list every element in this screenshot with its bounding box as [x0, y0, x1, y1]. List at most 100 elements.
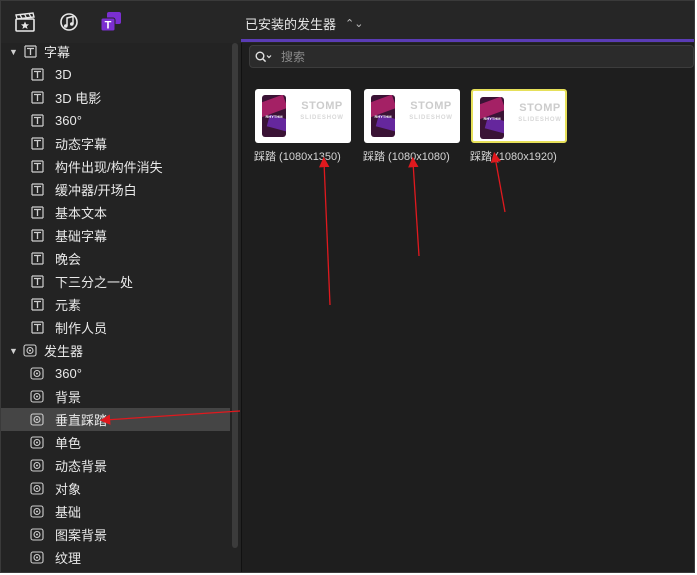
- sidebar-item[interactable]: 360°: [1, 109, 230, 132]
- search-icon[interactable]: [255, 51, 273, 63]
- sidebar-scrollbar[interactable]: [232, 43, 238, 548]
- phone-preview-text: RHYTHM: [483, 116, 501, 121]
- titles-icon: [29, 159, 45, 175]
- sidebar-item-label: 纹理: [55, 551, 82, 566]
- svg-text:T: T: [105, 20, 112, 32]
- thumbnail-title: STOMP: [301, 100, 343, 112]
- sidebar-category-label: 发生器: [44, 344, 84, 359]
- sidebar-item[interactable]: 单色: [1, 431, 230, 454]
- sidebar-item-label: 构件出现/构件消失: [55, 160, 163, 175]
- phone-preview-text: RHYTHM: [265, 114, 283, 119]
- generator-thumbnail[interactable]: RHYTHM STOMP SLIDESHOW: [255, 89, 351, 143]
- sidebar-item-label: 元素: [55, 298, 82, 313]
- generator-icon: [29, 458, 45, 474]
- sidebar-item[interactable]: 构件出现/构件消失: [1, 155, 230, 178]
- browser-toolbar: T 已安装的发生器 ⌃⌄: [1, 1, 694, 44]
- titles-icon: [29, 113, 45, 129]
- thumbnail-subtitle: SLIDESHOW: [300, 115, 344, 121]
- phone-preview: RHYTHM: [371, 95, 395, 137]
- titles-icon: [29, 228, 45, 244]
- phone-preview: RHYTHM: [262, 95, 286, 137]
- sidebar-item-label: 单色: [55, 436, 82, 451]
- generator-icon: [29, 435, 45, 451]
- sidebar-item-label: 基本文本: [55, 206, 108, 221]
- sidebar-category-1[interactable]: ▼ 发生器: [1, 339, 230, 362]
- sidebar-item[interactable]: 基础字幕: [1, 224, 230, 247]
- thumbnail-subtitle: SLIDESHOW: [409, 115, 453, 121]
- generator-icon: [29, 412, 45, 428]
- sidebar-item-label: 制作人员: [55, 321, 108, 336]
- generator-icon: [29, 481, 45, 497]
- titles-icon: [22, 44, 38, 60]
- generator-icon: [29, 527, 45, 543]
- titles-icon: [29, 251, 45, 267]
- thumbnail-caption: 踩踏 (1080x1350): [254, 151, 341, 163]
- generator-icon: [29, 366, 45, 382]
- sidebar-item[interactable]: 对象: [1, 477, 230, 500]
- titles-icon: [29, 205, 45, 221]
- sidebar-item[interactable]: 垂直踩踏: [1, 408, 230, 431]
- sidebar-item[interactable]: 缓冲器/开场白: [1, 178, 230, 201]
- sidebar-item-label: 动态背景: [55, 459, 108, 474]
- sidebar-category-label: 字幕: [44, 45, 71, 60]
- sidebar-item[interactable]: 制作人员: [1, 316, 230, 339]
- sidebar-item[interactable]: 图案背景: [1, 523, 230, 546]
- sidebar-item-label: 基础字幕: [55, 229, 108, 244]
- sidebar-item-label: 3D 电影: [55, 91, 102, 106]
- sidebar-item[interactable]: 动态背景: [1, 454, 230, 477]
- sidebar-item[interactable]: 基本文本: [1, 201, 230, 224]
- sidebar-item[interactable]: 3D: [1, 63, 230, 86]
- browser-title-popup[interactable]: 已安装的发生器 ⌃⌄: [245, 14, 363, 33]
- search-input[interactable]: [279, 48, 663, 65]
- accent-bar: [241, 39, 694, 42]
- phone-preview-text: RHYTHM: [374, 114, 392, 119]
- thumbnail-subtitle: SLIDESHOW: [518, 117, 562, 123]
- titles-icon: [29, 182, 45, 198]
- updown-chevron-icon: ⌃⌄: [345, 18, 364, 30]
- sidebar-item[interactable]: 3D 电影: [1, 86, 230, 109]
- sidebar-item[interactable]: 纹理: [1, 546, 230, 569]
- sidebar-item[interactable]: 背景: [1, 385, 230, 408]
- sidebar: ▼ 字幕 3D 3D 电影 360° 动态字幕构件出现/构件消失缓冲器/开场白基本文本基础…: [1, 43, 242, 572]
- titles-icon: [29, 67, 45, 83]
- sidebar-item[interactable]: 基础: [1, 500, 230, 523]
- thumbnail-title: STOMP: [410, 100, 452, 112]
- clapperboard-star-icon[interactable]: [12, 10, 38, 34]
- sidebar-item-label: 基础: [55, 505, 82, 520]
- titles-generators-icon[interactable]: T: [98, 10, 124, 34]
- generator-thumbnail[interactable]: RHYTHM STOMP SLIDESHOW: [471, 89, 567, 143]
- sidebar-item-label: 垂直踩踏: [55, 413, 108, 428]
- sidebar-item-label: 晚会: [55, 252, 82, 267]
- disclosure-triangle-icon[interactable]: ▼: [9, 346, 19, 356]
- titles-icon: [29, 297, 45, 313]
- sidebar-item-label: 360°: [55, 366, 82, 381]
- disclosure-triangle-icon[interactable]: ▼: [9, 47, 19, 57]
- thumbnail-caption: 踩踏 (1080x1920): [470, 151, 557, 163]
- thumbnail-title: STOMP: [519, 102, 561, 114]
- sidebar-item[interactable]: 下三分之一处: [1, 270, 230, 293]
- thumbnail-caption: 踩踏 (1080x1080): [363, 151, 450, 163]
- generator-icon: [29, 504, 45, 520]
- titles-icon: [29, 320, 45, 336]
- titles-icon: [29, 274, 45, 290]
- sidebar-item-label: 动态字幕: [55, 137, 108, 152]
- sidebar-item[interactable]: 动态字幕: [1, 132, 230, 155]
- generator-icon: [22, 343, 38, 359]
- browser-title: 已安装的发生器: [245, 17, 337, 32]
- titles-icon: [29, 136, 45, 152]
- sidebar-item-label: 对象: [55, 482, 82, 497]
- generator-thumbnail[interactable]: RHYTHM STOMP SLIDESHOW: [364, 89, 460, 143]
- phone-preview: RHYTHM: [480, 97, 504, 139]
- search-field[interactable]: [249, 45, 694, 68]
- generator-icon: [29, 550, 45, 566]
- sidebar-item-label: 360°: [55, 113, 82, 128]
- sidebar-item-label: 3D: [55, 67, 72, 82]
- sidebar-item[interactable]: 晚会: [1, 247, 230, 270]
- sidebar-item-label: 背景: [55, 390, 82, 405]
- music-note-icon[interactable]: [56, 10, 82, 34]
- generators-browser-window: T 已安装的发生器 ⌃⌄ ▼ 字幕 3D 3D 电影 360° 动态字幕构件出现/构件消失…: [0, 0, 695, 573]
- sidebar-item[interactable]: 360°: [1, 362, 230, 385]
- titles-icon: [29, 90, 45, 106]
- sidebar-item[interactable]: 元素: [1, 293, 230, 316]
- sidebar-category-0[interactable]: ▼ 字幕: [1, 40, 230, 63]
